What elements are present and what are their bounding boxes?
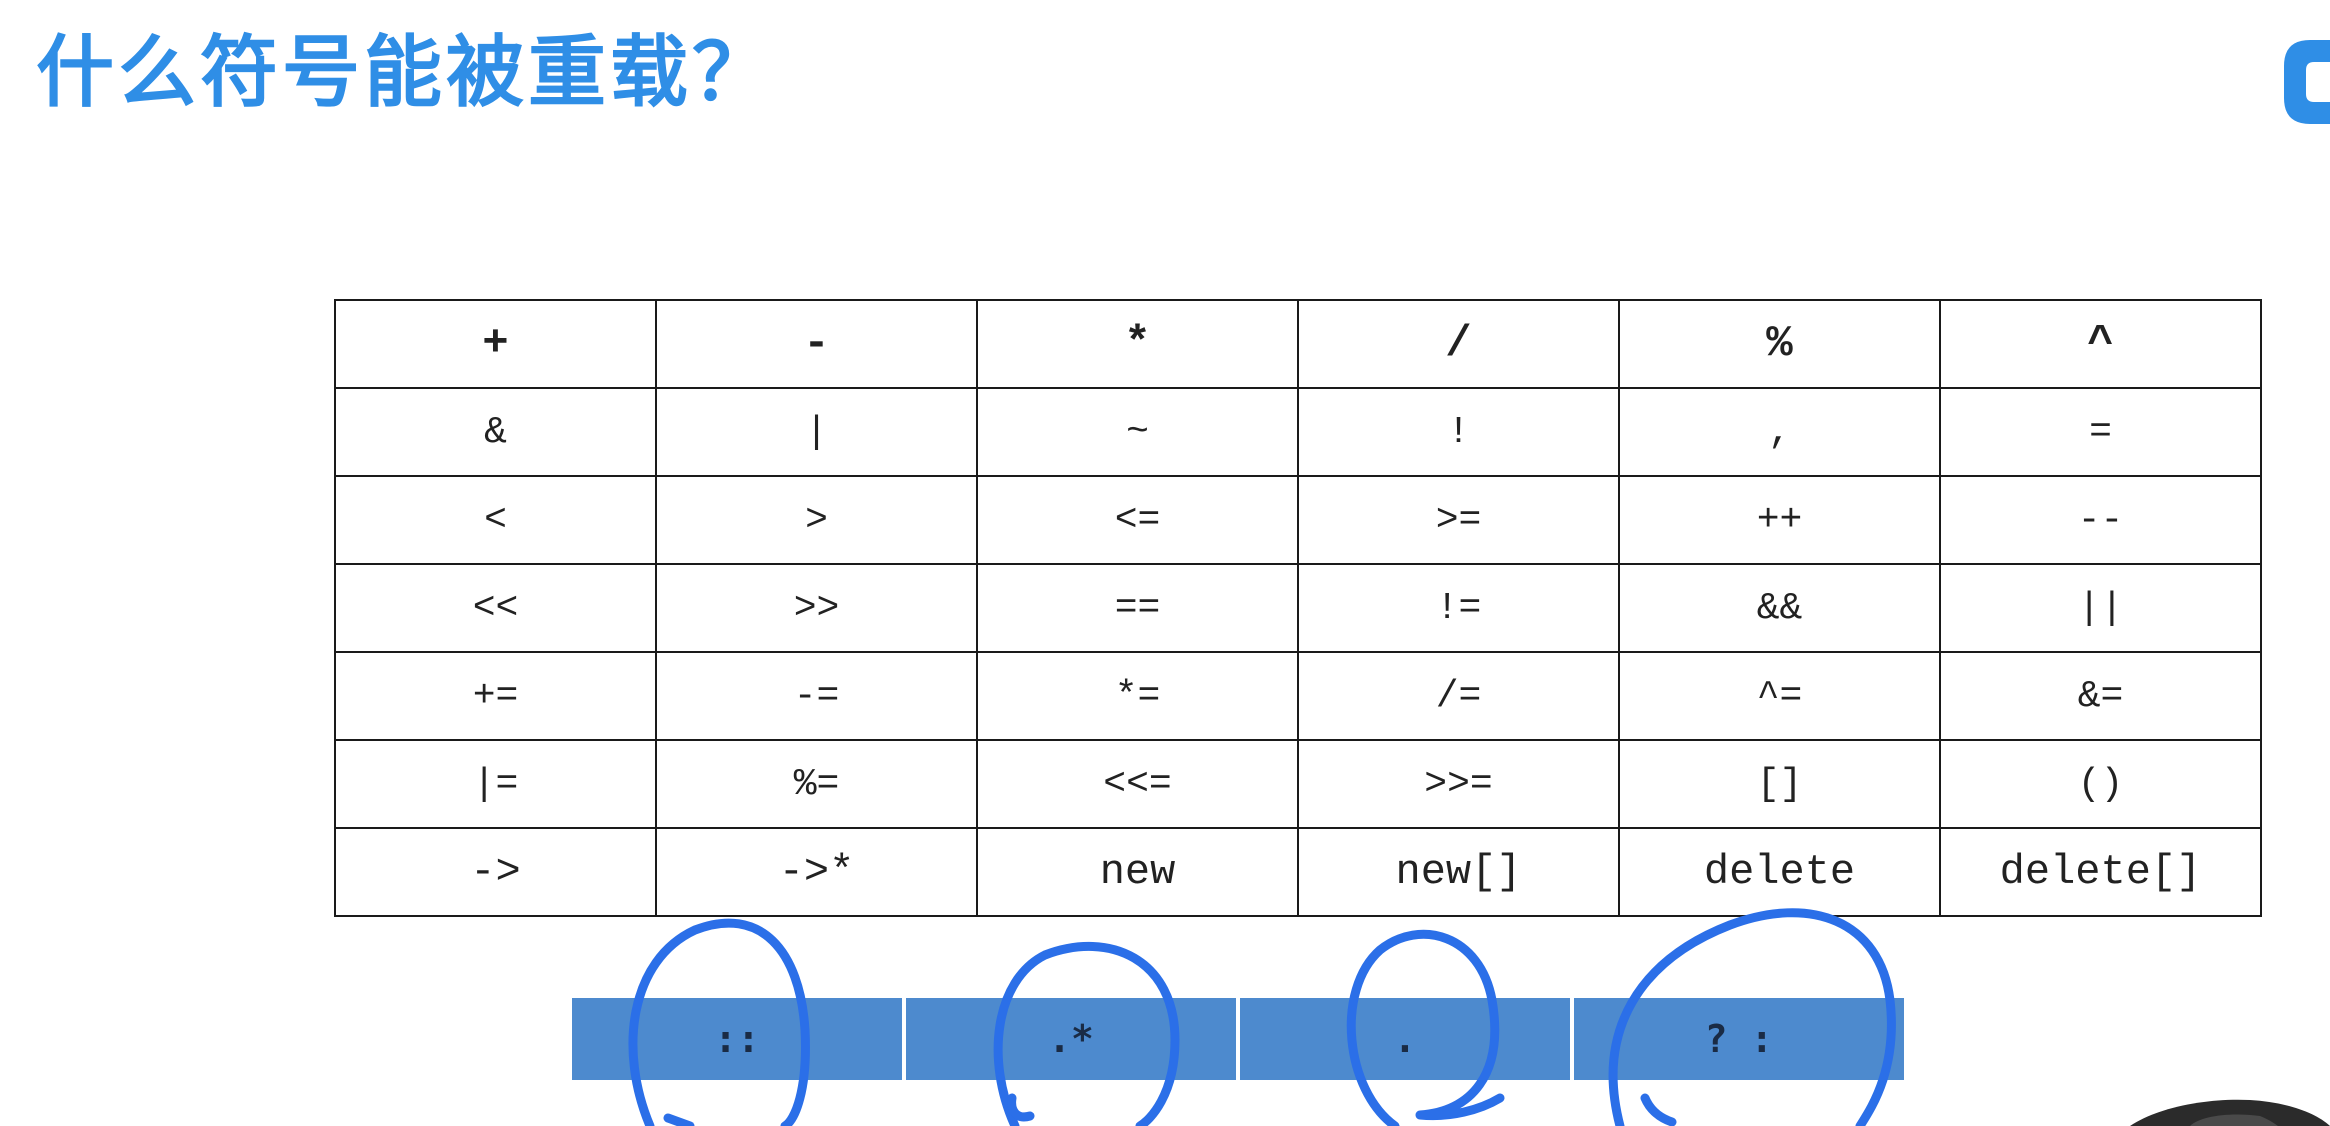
- operator-cell: delete: [1618, 827, 1941, 917]
- operator-cell: *=: [976, 651, 1299, 741]
- operator-cell: new: [976, 827, 1299, 917]
- non-overloadable-cell: .: [1240, 998, 1570, 1080]
- operator-row: << >> == != && ||: [334, 563, 2262, 653]
- operator-cell: ||: [1939, 563, 2262, 653]
- operator-cell: /=: [1297, 651, 1620, 741]
- operator-cell: ^: [1939, 299, 2262, 389]
- operator-cell: +=: [334, 651, 657, 741]
- operator-cell: delete[]: [1939, 827, 2262, 917]
- operator-cell: ~: [976, 387, 1299, 477]
- operator-cell: !: [1297, 387, 1620, 477]
- brand-logo-shape: [2284, 40, 2330, 124]
- operator-cell: ++: [1618, 475, 1941, 565]
- annotation-tick-member-pointer: [1007, 1093, 1035, 1122]
- operator-cell: %: [1618, 299, 1941, 389]
- operator-cell: =: [1939, 387, 2262, 477]
- operator-row: < > <= >= ++ --: [334, 475, 2262, 565]
- annotation-tick-scope: [663, 1113, 695, 1126]
- operator-cell: *: [976, 299, 1299, 389]
- operator-cell: &&: [1618, 563, 1941, 653]
- operator-cell: new[]: [1297, 827, 1620, 917]
- operator-cell: ,: [1618, 387, 1941, 477]
- operator-row: -> ->* new new[] delete delete[]: [334, 827, 2262, 917]
- operator-cell: >: [655, 475, 978, 565]
- non-overloadable-cell: ? :: [1574, 998, 1904, 1080]
- operator-cell: <=: [976, 475, 1299, 565]
- operator-cell: ->*: [655, 827, 978, 917]
- operator-cell: []: [1618, 739, 1941, 829]
- presenter-head-image: [2130, 1099, 2330, 1126]
- operator-cell: %=: [655, 739, 978, 829]
- operator-cell: ==: [976, 563, 1299, 653]
- operator-cell: ^=: [1618, 651, 1941, 741]
- operator-row: & | ~!, =: [334, 387, 2262, 477]
- non-overloadable-cell: .*: [906, 998, 1236, 1080]
- operator-cell: (): [1939, 739, 2262, 829]
- operator-cell: <<=: [976, 739, 1299, 829]
- operator-row: |= %= <<= >>=[](): [334, 739, 2262, 829]
- operator-cell: --: [1939, 475, 2262, 565]
- operator-cell: |: [655, 387, 978, 477]
- operator-cell: |=: [334, 739, 657, 829]
- operator-row: += -= *=/= ^= &=: [334, 651, 2262, 741]
- operator-row: + - * /% ^: [334, 299, 2262, 389]
- operator-cell: !=: [1297, 563, 1620, 653]
- operator-cell: &=: [1939, 651, 2262, 741]
- operator-cell: &: [334, 387, 657, 477]
- operator-cell: +: [334, 299, 657, 389]
- operator-cell: <: [334, 475, 657, 565]
- slide-title: 什么符号能被重载？: [36, 28, 775, 118]
- operator-cell: <<: [334, 563, 657, 653]
- annotation-tick-ternary: [1640, 1093, 1677, 1126]
- operator-cell: ->: [334, 827, 657, 917]
- operator-cell: /: [1297, 299, 1620, 389]
- operator-cell: >=: [1297, 475, 1620, 565]
- operator-cell: >>=: [1297, 739, 1620, 829]
- overloadable-operators-table: + - * /% ^ & | ~!, = < > <= >= ++ -- << >> == != && || += -= *=…: [334, 299, 2262, 917]
- operator-cell: -=: [655, 651, 978, 741]
- brand-logo-icon: [2284, 40, 2330, 124]
- operator-cell: -: [655, 299, 978, 389]
- non-overloadable-cell: ::: [572, 998, 902, 1080]
- operator-cell: >>: [655, 563, 978, 653]
- non-overloadable-operators-bar: :: .* . ? :: [572, 998, 1904, 1080]
